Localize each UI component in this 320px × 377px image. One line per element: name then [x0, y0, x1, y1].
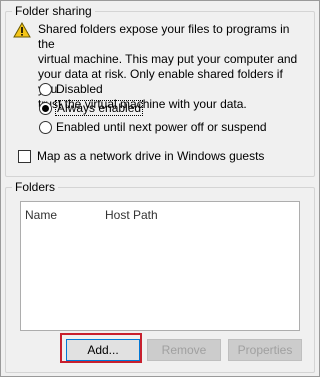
- folders-list[interactable]: Name Host Path: [20, 201, 300, 331]
- map-network-drive-checkbox[interactable]: Map as a network drive in Windows guests: [18, 148, 264, 164]
- checkbox-box[interactable]: [18, 149, 31, 163]
- security-warning-text: Shared folders expose your files to prog…: [38, 22, 298, 112]
- column-header-name[interactable]: Name: [25, 208, 57, 222]
- add-button-highlight: [60, 333, 142, 363]
- map-network-drive-label[interactable]: Map as a network drive in Windows guests: [37, 149, 264, 163]
- folder-sharing-title: Folder sharing: [12, 4, 95, 19]
- warning-line: virtual machine. This may put your compu…: [38, 52, 298, 66]
- radio-disabled[interactable]: Disabled: [39, 81, 103, 97]
- warning-icon: [13, 22, 31, 38]
- radio-button[interactable]: [39, 120, 52, 134]
- radio-always-enabled[interactable]: Always enabled: [39, 100, 144, 116]
- radio-enabled-until-label[interactable]: Enabled until next power off or suspend: [56, 120, 267, 134]
- radio-enabled-until-power-off[interactable]: Enabled until next power off or suspend: [39, 119, 267, 135]
- warning-line: Shared folders expose your files to prog…: [38, 22, 290, 51]
- remove-button[interactable]: Remove: [147, 339, 221, 361]
- folders-title: Folders: [12, 180, 59, 195]
- radio-button[interactable]: [39, 82, 52, 96]
- radio-always-enabled-label[interactable]: Always enabled: [54, 100, 144, 116]
- properties-button[interactable]: Properties: [228, 339, 302, 361]
- radio-button-selected[interactable]: [39, 101, 52, 115]
- radio-disabled-label[interactable]: Disabled: [56, 82, 103, 96]
- list-header: Name Host Path: [21, 202, 299, 226]
- column-header-host-path[interactable]: Host Path: [105, 208, 158, 222]
